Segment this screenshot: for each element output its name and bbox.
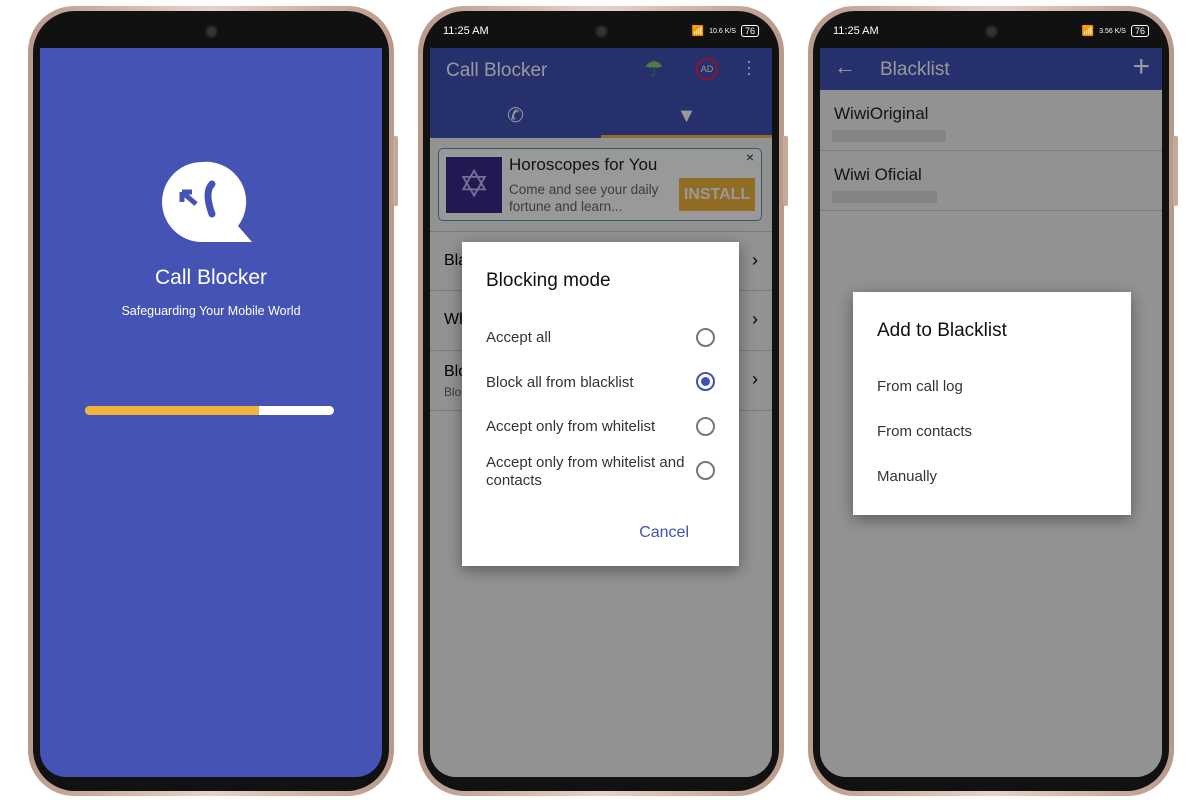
status-time: 11:25 AM (833, 25, 879, 37)
radio-button[interactable] (696, 328, 715, 347)
option-from-contacts[interactable]: From contacts (877, 423, 972, 440)
add-to-blacklist-dialog: Add to Blacklist From call log From cont… (853, 292, 1131, 515)
front-camera (205, 25, 218, 38)
radio-button[interactable] (696, 417, 715, 436)
network-speed: 10.6 K/S (709, 27, 736, 35)
blacklist-screen: ← Blacklist + WiwiOriginal Wiwi Oficial … (820, 48, 1162, 777)
call-block-bubble-icon (162, 161, 252, 242)
status-time: 11:25 AM (443, 25, 489, 37)
front-camera (595, 25, 608, 38)
phone-blocking-mode: 11:25 AM 📶 10.6 K/S 76 Call Blocker ☂ AD ·… (418, 6, 788, 796)
battery: 76 (740, 25, 759, 37)
app-name: Call Blocker (154, 266, 268, 289)
tagline: Safeguarding Your Mobile World (121, 304, 301, 318)
front-camera (985, 25, 998, 38)
dialog-title: Add to Blacklist (877, 320, 1007, 341)
option-manually[interactable]: Manually (877, 468, 937, 485)
splash-screen: Call Blocker Safeguarding Your Mobile Wo… (40, 48, 382, 777)
signal-icon: 📶 (691, 25, 705, 37)
radio-button[interactable] (696, 461, 715, 480)
radio-button-selected[interactable] (696, 372, 715, 391)
blocking-mode-dialog: Blocking mode Accept all Block all from … (462, 242, 739, 566)
phone-splash: Call Blocker Safeguarding Your Mobile Wo… (28, 6, 398, 796)
cancel-button[interactable]: Cancel (639, 524, 689, 542)
dialog-title: Blocking mode (486, 270, 611, 291)
signal-icon: 📶 (1081, 25, 1095, 37)
battery: 76 (1130, 25, 1149, 37)
network-speed: 3.56 K/S (1099, 27, 1126, 35)
option-from-call-log[interactable]: From call log (877, 378, 963, 395)
progress-fill (85, 406, 260, 415)
phone-blacklist: 11:25 AM 📶 3.56 K/S 76 ← Blacklist + WiwiO… (808, 6, 1178, 796)
loading-progress-bar (85, 406, 334, 415)
main-screen: Call Blocker ☂ AD · · · ✆ ▼ ✡ Horoscopes f… (430, 48, 772, 777)
